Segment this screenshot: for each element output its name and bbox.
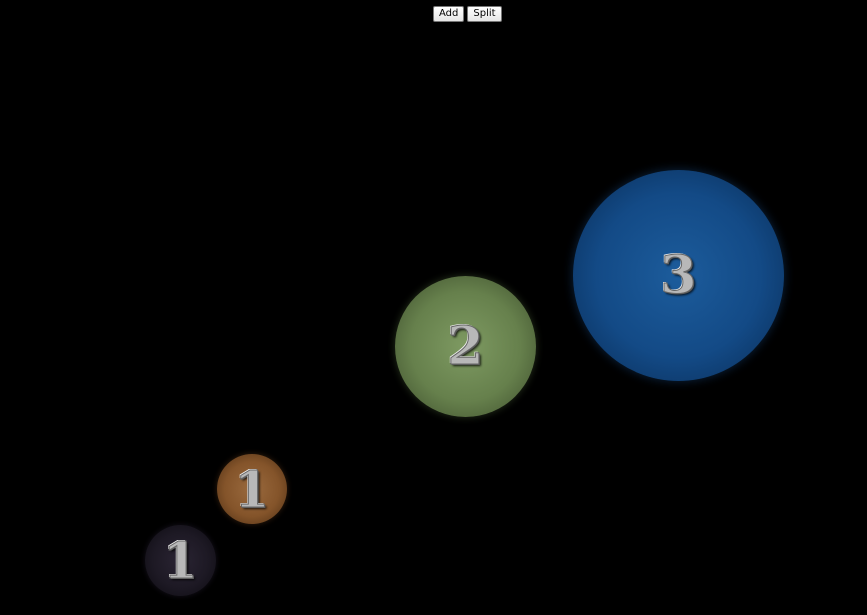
ball-label: 1	[163, 531, 199, 591]
split-button[interactable]: Split	[467, 6, 502, 22]
ball-1-dark[interactable]: 1	[145, 525, 216, 596]
ball-1-orange[interactable]: 1	[217, 454, 287, 524]
canvas-stage[interactable]: Add Split 3 2 1 1	[0, 0, 867, 615]
ball-3[interactable]: 3	[573, 170, 784, 381]
ball-label: 1	[234, 459, 270, 519]
ball-2[interactable]: 2	[395, 276, 536, 417]
add-button[interactable]: Add	[433, 6, 465, 22]
ball-label: 2	[447, 316, 484, 378]
ball-label: 3	[660, 245, 697, 307]
toolbar: Add Split	[433, 6, 502, 22]
